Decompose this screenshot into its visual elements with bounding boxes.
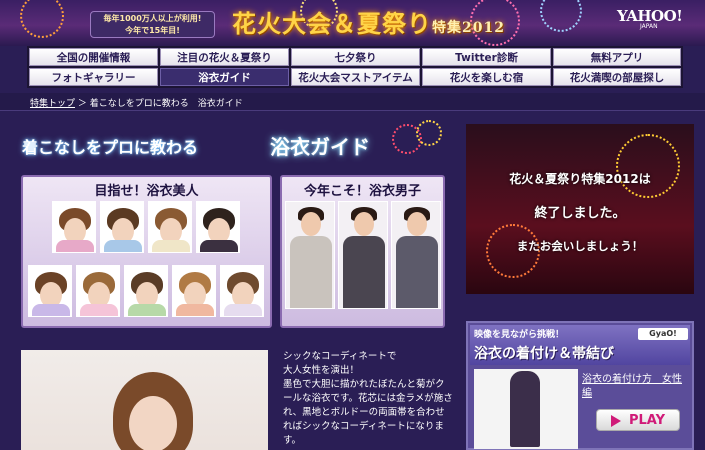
yukata-description: シックなコーディネートで 大人女性を演出！ 墨色で大胆に描かれたぼたんと菊がクー… xyxy=(283,350,453,448)
robe-shape xyxy=(152,240,190,252)
firework-decoration xyxy=(616,134,680,198)
video-title: 浴衣の着付け＆帯結び xyxy=(474,346,614,362)
description-line2: 大人女性を演出！ xyxy=(283,365,360,376)
model-face xyxy=(129,396,177,450)
women-panel-title: 目指せ！浴衣美人 xyxy=(94,184,199,199)
face-shape xyxy=(407,212,427,236)
video-link[interactable]: 浴衣の着付け方 女性編 xyxy=(582,373,686,401)
robe-shape xyxy=(56,240,94,252)
tagline-line1: 毎年1000万人以上が利用! xyxy=(103,14,202,23)
men-thumbnail[interactable] xyxy=(391,201,441,309)
nav-item-rooms[interactable]: 花火満喫の部屋探し xyxy=(553,68,681,86)
play-label: PLAY xyxy=(628,413,666,428)
robe-shape xyxy=(224,304,262,316)
men-panel-title: 今年こそ！浴衣男子 xyxy=(303,184,421,199)
women-panel[interactable]: 目指せ！浴衣美人 xyxy=(21,175,272,328)
robe-shape xyxy=(104,240,142,252)
nav-item-inns[interactable]: 花火を楽しむ宿 xyxy=(422,68,551,86)
men-thumbnail[interactable] xyxy=(338,201,388,309)
firework-icon xyxy=(416,120,442,146)
page-title-guide: 浴衣ガイド xyxy=(270,135,370,159)
women-thumbnail[interactable] xyxy=(28,265,72,317)
video-thumbnail[interactable] xyxy=(474,369,578,449)
play-icon xyxy=(610,414,621,427)
site-title-sub: 特集2012 xyxy=(432,20,505,36)
play-button[interactable]: PLAY xyxy=(596,409,680,431)
face-shape xyxy=(301,212,321,236)
breadcrumb-home-link[interactable]: 特集トップ xyxy=(30,99,75,109)
robe-shape xyxy=(128,304,166,316)
firework-decoration xyxy=(20,0,64,38)
men-panel[interactable]: 今年こそ！浴衣男子 xyxy=(280,175,445,328)
featured-yukata-photo[interactable] xyxy=(21,350,268,450)
women-thumbnail[interactable] xyxy=(172,265,216,317)
video-intro: 映像を見ながら挑戦！ xyxy=(474,330,565,340)
global-nav: 全国の開催情報 注目の花火＆夏祭り 七夕祭り Twitter診断 無料アプリ フ… xyxy=(27,46,683,88)
video-figure xyxy=(510,371,540,447)
kimono-shape xyxy=(343,236,385,308)
women-thumbnail[interactable] xyxy=(52,201,96,253)
nav-item-must-items[interactable]: 花火大会マストアイテム xyxy=(291,68,420,86)
nav-item-yukata-guide[interactable]: 浴衣ガイド xyxy=(160,68,289,86)
yahoo-logo-sub: JAPAN xyxy=(640,23,658,30)
women-thumbnail[interactable] xyxy=(100,201,144,253)
ended-line3: またお会いしましょう！ xyxy=(516,239,644,253)
tagline-line2: 今年で15年目! xyxy=(125,26,180,35)
nav-item-featured[interactable]: 注目の花火＆夏祭り xyxy=(160,48,289,66)
ended-line1: 花火＆夏祭り特集2012は xyxy=(509,172,651,186)
description-line1: シックなコーディネートで xyxy=(283,351,397,362)
breadcrumb: 特集トップ ＞ 着こなしをプロに教わる 浴衣ガイド xyxy=(30,96,243,109)
face-shape xyxy=(354,212,374,236)
women-thumbnail[interactable] xyxy=(76,265,120,317)
women-thumbnail[interactable] xyxy=(148,201,192,253)
women-thumbnail[interactable] xyxy=(124,265,168,317)
page-title-main: 着こなしをプロに教わる xyxy=(22,138,199,157)
robe-shape xyxy=(32,304,70,316)
page-title: 着こなしをプロに教わる 浴衣ガイド xyxy=(22,120,447,166)
video-panel-header: 映像を見ながら挑戦！ 浴衣の着付け＆帯結び GyaO! xyxy=(470,325,690,365)
breadcrumb-current: 着こなしをプロに教わる 浴衣ガイド xyxy=(89,99,243,109)
men-thumbnail[interactable] xyxy=(285,201,335,309)
description-body: 墨色で大胆に描かれたぼたんと菊がクールな浴衣です。花芯には金ラメが施され、黒地と… xyxy=(283,379,453,446)
nav-item-apps[interactable]: 無料アプリ xyxy=(553,48,681,66)
nav-item-twitter[interactable]: Twitter診断 xyxy=(422,48,551,66)
women-thumbnail[interactable] xyxy=(196,201,240,253)
robe-shape xyxy=(176,304,214,316)
nav-item-gallery[interactable]: フォトギャラリー xyxy=(29,68,158,86)
ended-line2: 終了しました。 xyxy=(534,206,626,221)
nav-item-events[interactable]: 全国の開催情報 xyxy=(29,48,158,66)
robe-shape xyxy=(80,304,118,316)
gyao-logo: GyaO! xyxy=(638,328,688,340)
site-title-main: 花火大会＆夏祭り xyxy=(232,9,432,38)
breadcrumb-separator: ＞ xyxy=(77,99,87,109)
women-thumbnail[interactable] xyxy=(220,265,264,317)
nav-item-tanabata[interactable]: 七夕祭り xyxy=(291,48,420,66)
robe-shape xyxy=(200,240,238,252)
firework-decoration xyxy=(540,0,582,32)
tagline-badge: 毎年1000万人以上が利用! 今年で15年目! xyxy=(90,11,215,38)
kimono-shape xyxy=(290,236,332,308)
campaign-ended-notice: 花火＆夏祭り特集2012は 終了しました。 またお会いしましょう！ xyxy=(466,124,694,294)
video-panel: 映像を見ながら挑戦！ 浴衣の着付け＆帯結び GyaO! 浴衣の着付け方 女性編 … xyxy=(466,321,694,450)
kimono-shape xyxy=(396,236,438,308)
site-title[interactable]: 花火大会＆夏祭り特集2012 xyxy=(232,4,505,39)
header-banner: 毎年1000万人以上が利用! 今年で15年目! 花火大会＆夏祭り特集2012 Y… xyxy=(0,0,705,46)
